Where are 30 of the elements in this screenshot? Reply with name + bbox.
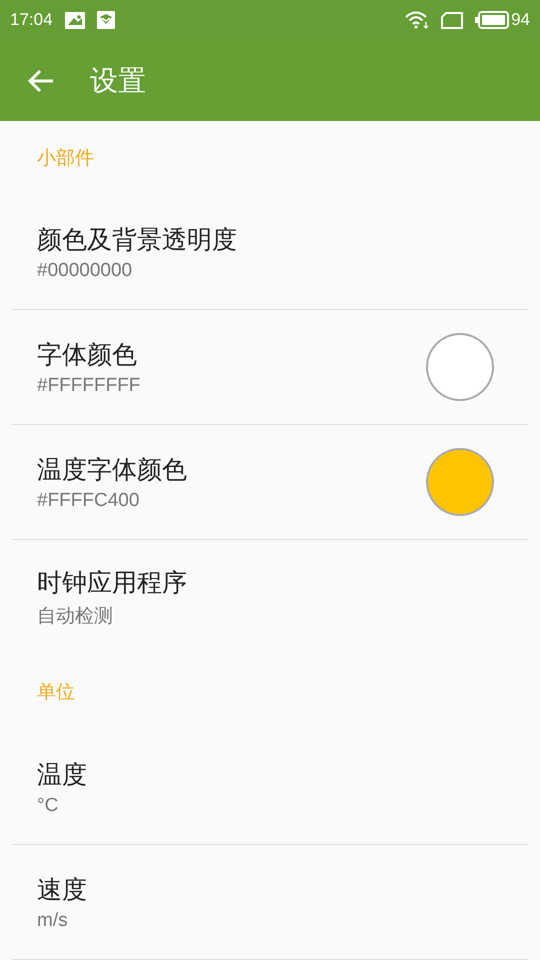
screen-title: 设置 [90,62,146,98]
setting-title: 时钟应用程序 [37,566,188,598]
battery-icon [475,11,510,29]
clock-time: 17:04 [10,10,53,30]
setting-item[interactable]: 字体颜色 #FFFFFFFF [0,310,540,424]
section-header: 小部件 [37,146,94,171]
battery-level: 94 [511,10,530,30]
sim-card-icon [441,12,464,28]
setting-title: 颜色及背景透明度 [37,224,238,256]
setting-title: 速度 [37,874,88,906]
setting-value: #00000000 [37,260,134,282]
setting-value: 自动检测 [37,604,114,628]
section-header: 单位 [37,680,75,705]
setting-value: #FFFFFFFF [37,374,142,396]
setting-item[interactable]: 温度字体颜色 #FFFFC400 [0,425,540,539]
wifi-icon [405,11,430,29]
setting-title: 字体颜色 [37,338,138,370]
shield-notification-icon [96,11,115,29]
back-button[interactable] [28,68,54,92]
setting-value: m/s [37,910,69,932]
setting-item[interactable]: 速度 m/s [0,845,540,959]
setting-item[interactable]: 颜色及背景透明度 #00000000 [0,195,540,309]
setting-item[interactable]: 温度 °C [0,730,540,844]
back-arrow-icon [28,68,54,92]
setting-value: #FFFFC400 [37,490,140,512]
setting-title: 温度 [37,758,88,790]
setting-title: 温度字体颜色 [37,454,188,486]
picture-notification-icon [64,12,85,28]
setting-value: °C [37,794,60,816]
setting-item[interactable]: 时钟应用程序 自动检测 [0,540,540,654]
